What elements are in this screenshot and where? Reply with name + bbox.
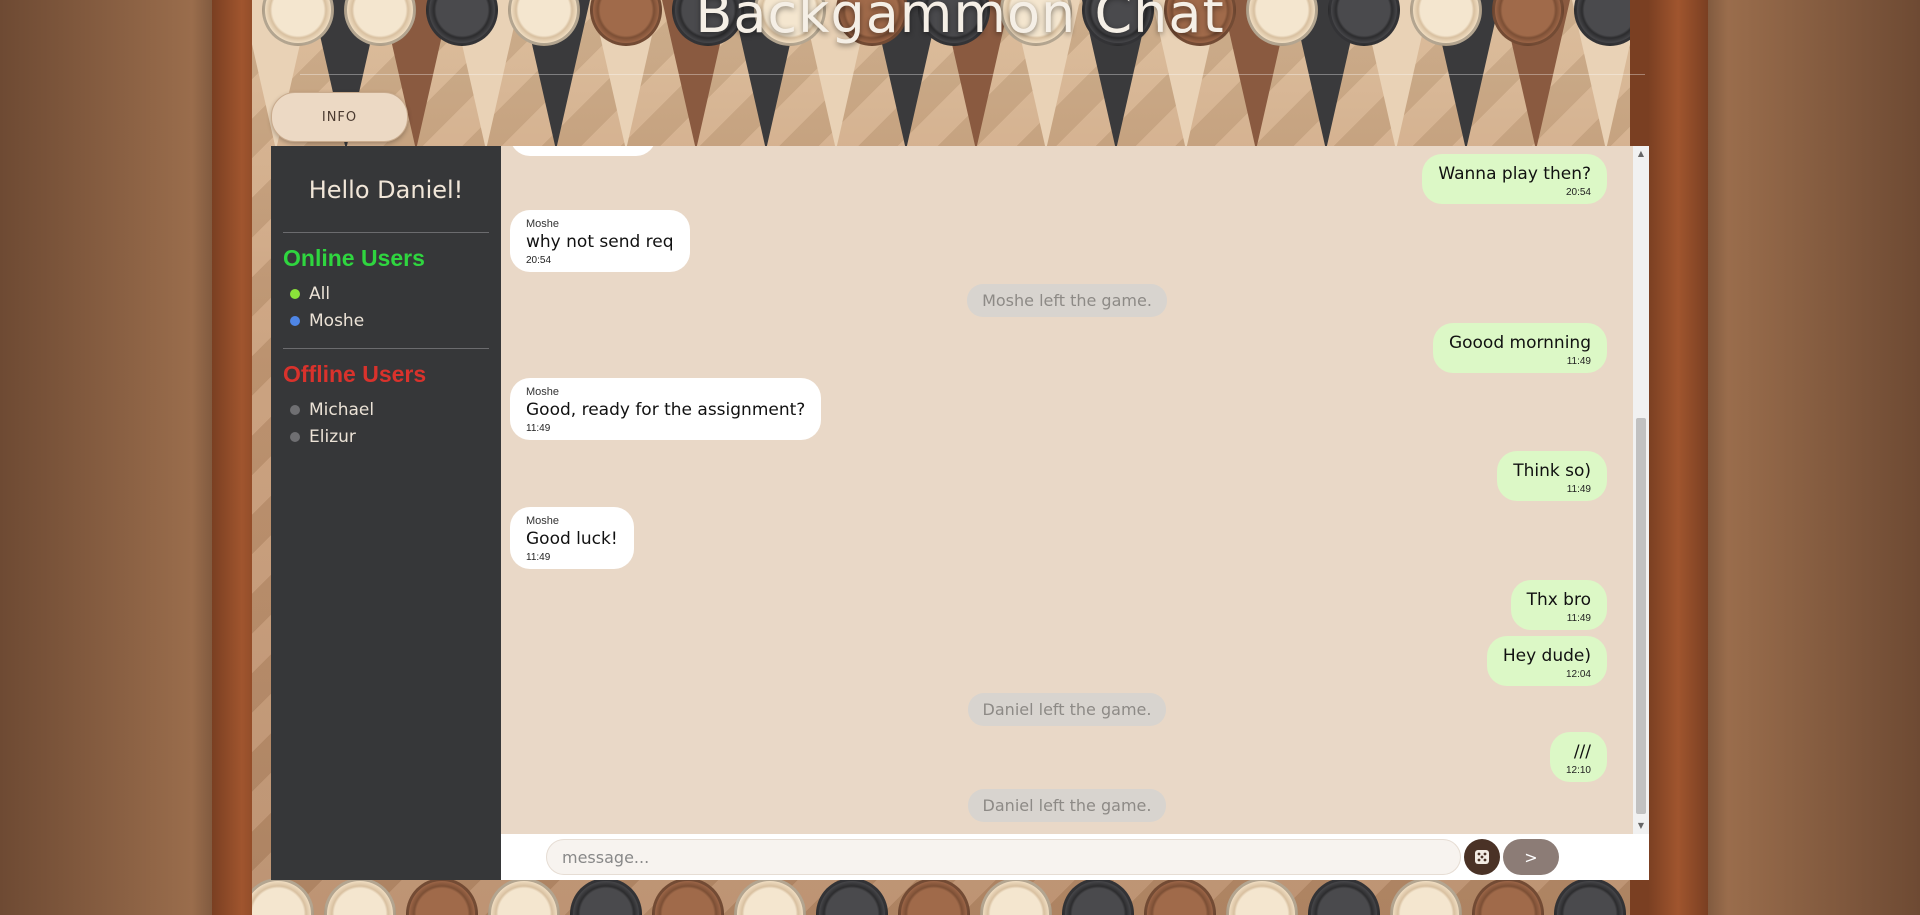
message-time: 11:49 [526, 423, 551, 434]
chat-panel: Hello Daniel! Online Users All Moshe Off… [271, 146, 1649, 880]
scroll-up-arrow-icon[interactable]: ▲ [1633, 146, 1649, 162]
checker-piece [324, 878, 396, 915]
user-name: Elizur [309, 426, 356, 447]
checker-piece [488, 878, 560, 915]
sidebar: Hello Daniel! Online Users All Moshe Off… [271, 146, 501, 880]
message-bubble-outgoing: /// 12:10 [1549, 732, 1607, 782]
message-time: 12:04 [1565, 669, 1591, 680]
system-message: Daniel left the game. [501, 789, 1633, 822]
message-text: Think so) [1513, 461, 1591, 481]
system-message-text: Daniel left the game. [967, 789, 1167, 822]
message-author: Moshe [526, 515, 560, 527]
user-name: All [309, 283, 331, 304]
message-time: 11:49 [1566, 356, 1591, 367]
message-text: Thx bro [1526, 590, 1591, 610]
checker-piece [1472, 878, 1544, 915]
status-dot-icon [290, 315, 300, 326]
checker-piece [1062, 878, 1134, 915]
sidebar-divider [283, 348, 489, 349]
checker-piece [1554, 878, 1626, 915]
message-time: 11:49 [1566, 613, 1591, 624]
user-name: Moshe [309, 310, 365, 331]
message-bubble-outgoing: Think so) 11:49 [1497, 451, 1607, 501]
send-button[interactable]: > [1503, 839, 1559, 875]
checker-piece [898, 878, 970, 915]
checker-piece [570, 878, 642, 915]
system-message-text: Moshe left the game. [967, 284, 1167, 317]
message-input[interactable] [546, 839, 1461, 875]
message-text: Good, ready for the assignment? [526, 400, 806, 420]
chat-scrollbar[interactable]: ▲ ▼ [1633, 146, 1649, 834]
status-dot-icon [290, 404, 300, 415]
message-time: 11:49 [1566, 484, 1591, 495]
message-bubble-outgoing: Hey dude) 12:04 [1486, 636, 1607, 686]
chat-area: Wanna play then? 20:54 Moshe why not sen… [501, 146, 1649, 880]
dice-button[interactable] [1464, 839, 1500, 875]
offline-users-title: Offline Users [283, 361, 427, 387]
message-time: 12:10 [1565, 765, 1591, 776]
user-item-elizur[interactable]: Elizur [283, 423, 489, 450]
message-text: Good luck! [526, 529, 618, 549]
message-bubble-clipped [510, 146, 656, 156]
checker-piece [1144, 878, 1216, 915]
checker-piece [980, 878, 1052, 915]
scroll-thumb[interactable] [1636, 418, 1646, 814]
checker-piece [1390, 878, 1462, 915]
message-bubble-incoming: Moshe Good, ready for the assignment? 11… [510, 378, 822, 440]
message-text: why not send req [526, 232, 674, 252]
info-button[interactable]: INFO [271, 92, 408, 142]
system-message-text: Daniel left the game. [967, 693, 1167, 726]
message-text: /// [1573, 742, 1591, 762]
message-composer: > [501, 834, 1649, 880]
greeting: Hello Daniel! [308, 176, 464, 204]
system-message: Moshe left the game. [501, 284, 1633, 317]
message-bubble-outgoing: Thx bro 11:49 [1510, 580, 1607, 630]
checker-piece [816, 878, 888, 915]
message-text: Hey dude) [1502, 646, 1591, 666]
message-bubble-outgoing: Goood mornning 11:49 [1432, 323, 1607, 373]
title-divider [300, 74, 1645, 75]
message-time: 11:49 [526, 552, 551, 563]
checker-piece [406, 878, 478, 915]
status-dot-icon [290, 431, 300, 442]
status-dot-icon [290, 288, 300, 299]
checker-piece [734, 878, 806, 915]
message-list: Wanna play then? 20:54 Moshe why not sen… [501, 146, 1633, 834]
page-title: Backgammon Chat [695, 0, 1225, 45]
system-message: Daniel left the game. [501, 693, 1633, 726]
scroll-down-arrow-icon[interactable]: ▼ [1633, 818, 1649, 834]
checker-piece [1226, 878, 1298, 915]
message-author: Moshe [526, 218, 560, 230]
message-bubble-incoming: Moshe Good luck! 11:49 [510, 507, 634, 569]
dice-icon [1475, 850, 1489, 864]
message-bubble-outgoing: Wanna play then? 20:54 [1422, 154, 1607, 204]
checker-piece [652, 878, 724, 915]
message-time: 20:54 [1565, 187, 1591, 198]
online-users-title: Online Users [283, 245, 425, 271]
message-bubble-incoming: Moshe why not send req 20:54 [510, 210, 690, 272]
message-author: Moshe [526, 386, 560, 398]
user-item-all[interactable]: All [283, 280, 489, 307]
message-text: Goood mornning [1448, 333, 1591, 353]
user-item-michael[interactable]: Michael [283, 396, 489, 423]
user-item-moshe[interactable]: Moshe [283, 307, 489, 334]
checker-piece [1308, 878, 1380, 915]
online-users-section: Online Users All Moshe [283, 245, 489, 334]
message-text: Wanna play then? [1438, 164, 1591, 184]
checker-piece [252, 878, 314, 915]
sidebar-divider [283, 232, 489, 233]
offline-users-section: Offline Users Michael Elizur [283, 361, 489, 450]
user-name: Michael [309, 399, 375, 420]
message-time: 20:54 [526, 255, 552, 266]
